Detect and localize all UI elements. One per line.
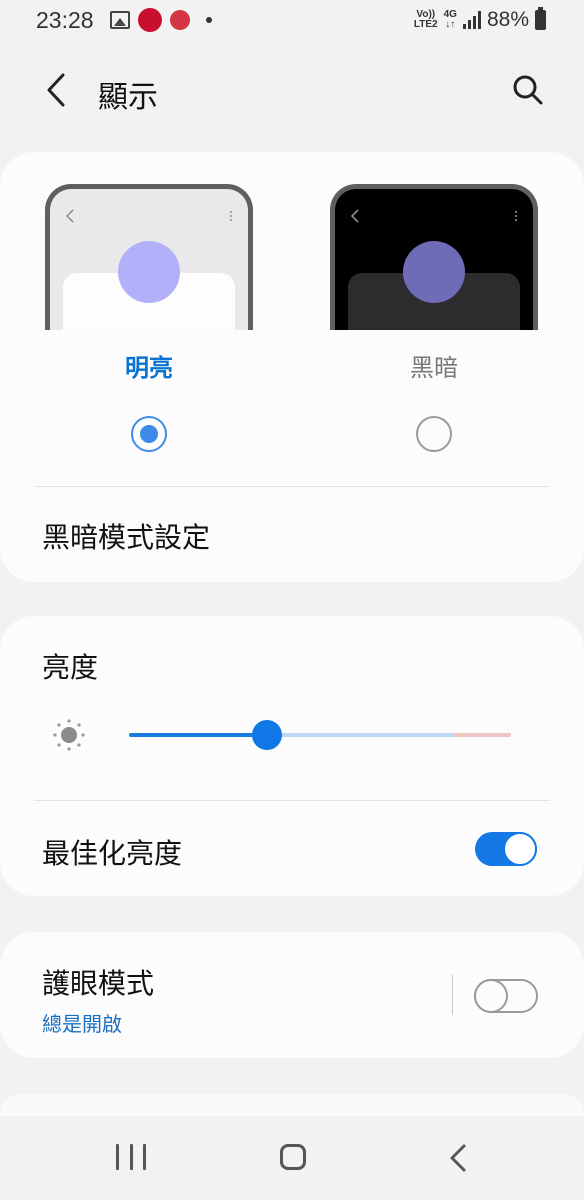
dark-mode-settings-item[interactable]: 黑暗模式設定 [42, 516, 210, 556]
divider [34, 800, 550, 801]
chevron-left-icon [47, 73, 65, 107]
lte-label: LTE2 [413, 19, 438, 30]
divider [34, 486, 550, 487]
preview-avatar-circle [403, 241, 465, 303]
eye-comfort-subtitle: 總是開啟 [42, 1012, 122, 1036]
preview-avatar-circle [118, 241, 180, 303]
more-options-icon [515, 211, 517, 221]
more-options-icon [230, 211, 232, 221]
eye-comfort-title[interactable]: 護眼模式 [42, 962, 154, 1002]
brightness-sun-icon [53, 719, 85, 751]
network-activity: ↓↑ [445, 19, 456, 30]
slider-fill [129, 733, 267, 737]
app-header: 顯示 [0, 56, 584, 126]
battery-icon [535, 7, 546, 30]
volte-icon: Vo)) LTE2 [414, 10, 438, 30]
brightness-slider[interactable] [129, 720, 511, 750]
vertical-divider [452, 975, 453, 1015]
adaptive-brightness-label[interactable]: 最佳化亮度 [42, 832, 182, 872]
signal-icon [462, 11, 481, 29]
back-icon[interactable] [444, 1142, 474, 1174]
dark-theme-preview[interactable] [330, 184, 538, 330]
adaptive-brightness-toggle[interactable] [475, 832, 537, 866]
dark-theme-label[interactable]: 黑暗 [330, 348, 538, 383]
4g-icon: 4G ↓↑ [444, 10, 457, 30]
status-system-icons: Vo)) LTE2 4G ↓↑ 88% [414, 7, 546, 32]
battery-percent: 88% [486, 8, 529, 31]
antutu-icon [170, 10, 190, 30]
chevron-left-icon [66, 209, 74, 223]
slider-high-range [453, 733, 511, 737]
antutu-icon [138, 8, 162, 32]
search-icon [513, 75, 543, 105]
eye-comfort-toggle[interactable] [474, 979, 538, 1013]
status-notification-icons [110, 8, 212, 32]
light-theme-label[interactable]: 明亮 [45, 348, 253, 383]
chevron-left-icon [351, 209, 359, 223]
light-theme-radio[interactable] [131, 416, 167, 452]
dark-theme-radio[interactable] [416, 416, 452, 452]
home-icon[interactable] [280, 1144, 306, 1170]
status-time: 23:28 [36, 7, 94, 33]
back-button[interactable] [36, 68, 76, 112]
page-title: 顯示 [98, 80, 158, 115]
status-bar: 23:28 Vo)) LTE2 4G ↓↑ 88% [0, 0, 584, 44]
notification-dot-icon [206, 17, 212, 23]
slider-thumb[interactable] [252, 720, 282, 750]
navigation-bar [0, 1116, 584, 1200]
light-theme-preview[interactable] [45, 184, 253, 330]
recent-apps-icon[interactable] [116, 1144, 146, 1172]
brightness-title: 亮度 [42, 651, 99, 684]
gallery-icon [110, 11, 130, 29]
search-button[interactable] [506, 68, 550, 112]
